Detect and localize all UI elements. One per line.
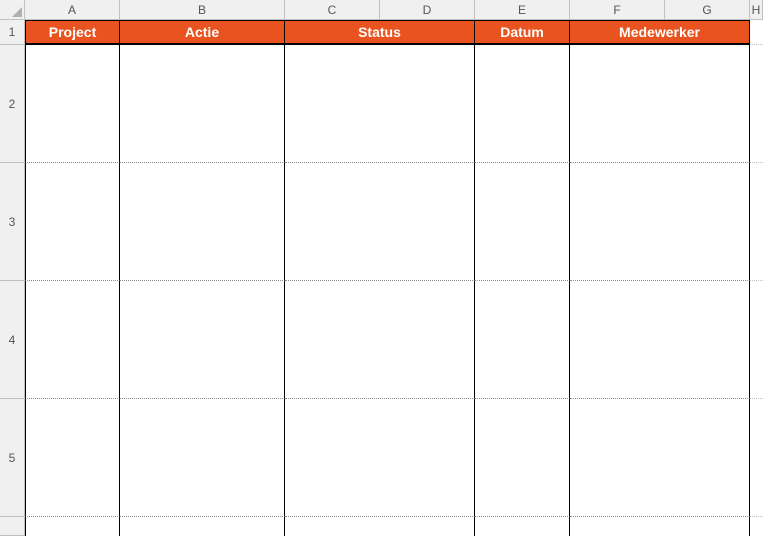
cell-r2-g2[interactable] (285, 45, 475, 163)
row-header-partial[interactable] (0, 517, 25, 536)
row-header-2[interactable]: 2 (0, 45, 25, 163)
select-all-corner[interactable] (0, 0, 25, 20)
cell-r2-g0[interactable] (25, 45, 120, 163)
cell-h3[interactable] (750, 163, 763, 281)
column-header-b[interactable]: B (120, 0, 285, 20)
row-header-4[interactable]: 4 (0, 281, 25, 399)
cell-r4-g3[interactable] (475, 281, 570, 399)
cell-r4-g2[interactable] (285, 281, 475, 399)
cell-r2-g3[interactable] (475, 45, 570, 163)
cell-r3-g4[interactable] (570, 163, 750, 281)
table-header-actie[interactable]: Actie (120, 20, 285, 45)
spreadsheet: ABCDEFGH 12345 ProjectActieStatusDatumMe… (0, 0, 763, 536)
cell-h6[interactable] (750, 517, 763, 536)
cell-r2-g4[interactable] (570, 45, 750, 163)
cell-r4-g0[interactable] (25, 281, 120, 399)
cell-r6-g3[interactable] (475, 517, 570, 536)
column-header-e[interactable]: E (475, 0, 570, 20)
cell-r5-g1[interactable] (120, 399, 285, 517)
column-header-h[interactable]: H (750, 0, 763, 20)
cell-r5-g2[interactable] (285, 399, 475, 517)
row-header-5[interactable]: 5 (0, 399, 25, 517)
cell-r6-g2[interactable] (285, 517, 475, 536)
cell-h4[interactable] (750, 281, 763, 399)
cell-r6-g0[interactable] (25, 517, 120, 536)
column-header-d[interactable]: D (380, 0, 475, 20)
row-header-3[interactable]: 3 (0, 163, 25, 281)
cell-r4-g4[interactable] (570, 281, 750, 399)
column-headers: ABCDEFGH (25, 0, 763, 20)
cell-r6-g4[interactable] (570, 517, 750, 536)
cell-r2-g1[interactable] (120, 45, 285, 163)
table-header-medewerker[interactable]: Medewerker (570, 20, 750, 45)
row-headers: 12345 (0, 20, 25, 536)
column-header-f[interactable]: F (570, 0, 665, 20)
column-header-c[interactable]: C (285, 0, 380, 20)
cell-r5-g0[interactable] (25, 399, 120, 517)
cell-h2[interactable] (750, 45, 763, 163)
table-header-datum[interactable]: Datum (475, 20, 570, 45)
column-header-a[interactable]: A (25, 0, 120, 20)
cell-r5-g3[interactable] (475, 399, 570, 517)
row-header-1[interactable]: 1 (0, 20, 25, 45)
cell-h5[interactable] (750, 399, 763, 517)
cell-r5-g4[interactable] (570, 399, 750, 517)
column-header-g[interactable]: G (665, 0, 750, 20)
cell-r4-g1[interactable] (120, 281, 285, 399)
cell-r6-g1[interactable] (120, 517, 285, 536)
cell-r3-g1[interactable] (120, 163, 285, 281)
cell-r3-g0[interactable] (25, 163, 120, 281)
cell-h1[interactable] (750, 20, 763, 45)
table-header-status[interactable]: Status (285, 20, 475, 45)
table-header-project[interactable]: Project (25, 20, 120, 45)
cell-r3-g2[interactable] (285, 163, 475, 281)
cell-r3-g3[interactable] (475, 163, 570, 281)
grid: ProjectActieStatusDatumMedewerker (25, 20, 763, 536)
